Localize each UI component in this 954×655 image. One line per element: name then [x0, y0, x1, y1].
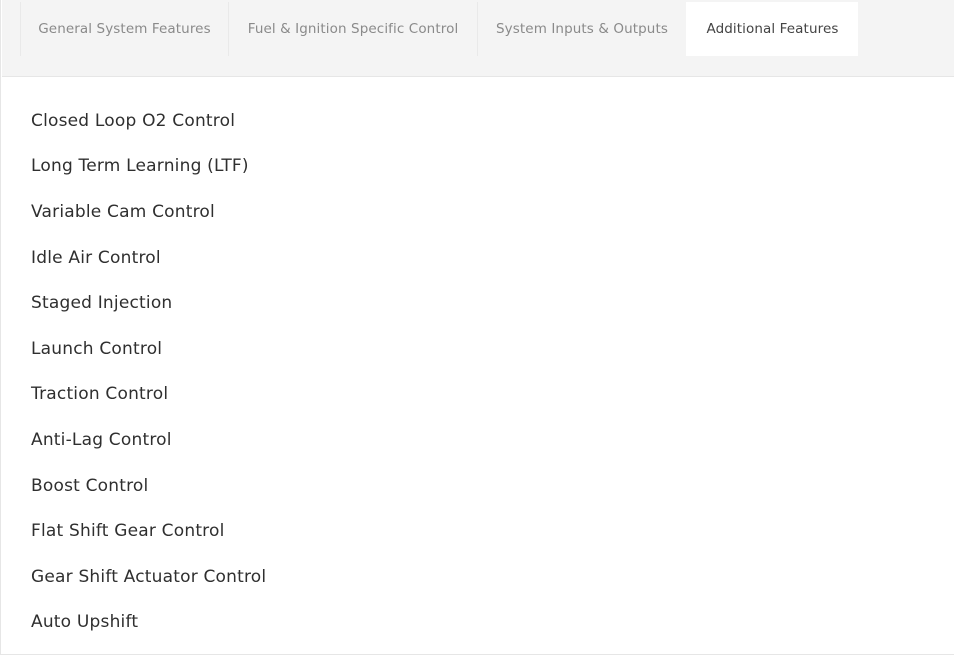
list-item: Idle Air Control — [31, 247, 161, 268]
list-item: Anti-Lag Control — [31, 429, 172, 450]
tab-additional-features[interactable]: Additional Features — [686, 2, 858, 56]
tab-system-inputs-outputs[interactable]: System Inputs & Outputs — [477, 2, 686, 56]
tab-bar: General System Features Fuel & Ignition … — [2, 0, 954, 77]
list-item: Traction Control — [31, 384, 169, 405]
list-item: Flat Shift Gear Control — [31, 521, 225, 542]
list-item: Long Term Learning (LTF) — [31, 156, 249, 177]
list-item: Closed Loop O2 Control — [31, 110, 236, 131]
list-item: Boost Control — [31, 475, 149, 496]
tab-panel: General System Features Fuel & Ignition … — [0, 0, 954, 655]
list-item: Gear Shift Actuator Control — [31, 566, 267, 587]
list-item: Staged Injection — [31, 293, 173, 314]
feature-list: Closed Loop O2 Control Long Term Learnin… — [31, 98, 266, 645]
list-item: Variable Cam Control — [31, 201, 215, 222]
tab-general-system-features[interactable]: General System Features — [20, 2, 228, 56]
list-item: Launch Control — [31, 338, 163, 359]
list-item: Auto Upshift — [31, 612, 139, 633]
tab-fuel-ignition-control[interactable]: Fuel & Ignition Specific Control — [228, 2, 477, 56]
